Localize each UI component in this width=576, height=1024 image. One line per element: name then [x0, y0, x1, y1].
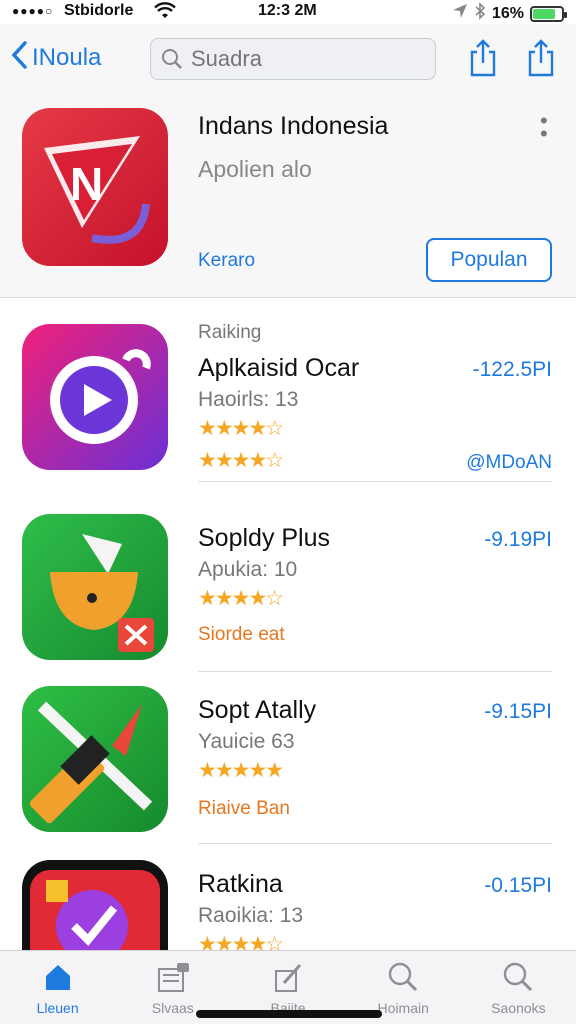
featured-app-subtitle: Apolien alo — [198, 156, 312, 182]
status-bar: ●●●●○ Stbidorle 12:3 2M 16% — [0, 0, 576, 24]
list-item[interactable]: Sopt Atally Yauicie 63 ★★★★★ -9.15PI Ria… — [0, 672, 576, 844]
promo-tag: Siorde eat — [198, 624, 285, 645]
app-subtitle: Raoikia: 13 — [198, 904, 304, 927]
developer-link[interactable]: @MDoAN — [466, 452, 552, 474]
app-category: Raiking — [198, 322, 262, 343]
app-icon-cup[interactable] — [22, 514, 168, 660]
featured-app-card[interactable]: N Indans Indonesia Apolien alo Keraro • •… — [0, 96, 576, 298]
app-icon-video[interactable] — [22, 324, 168, 470]
rating-stars: ★★★★☆ — [198, 587, 284, 610]
rating-stars: ★★★★☆ — [198, 449, 284, 472]
app-icon-pen[interactable] — [22, 686, 168, 832]
app-subtitle: Yauicie 63 — [198, 730, 295, 753]
home-icon — [45, 965, 70, 990]
tab-label: Saonoks — [491, 1000, 546, 1016]
app-icon-check[interactable] — [22, 860, 168, 950]
share-icon — [470, 39, 496, 77]
document-icon — [157, 963, 189, 992]
list-item[interactable]: Sopldy Plus Apukia: 10 ★★★★☆ -9.19PI Sio… — [0, 500, 576, 672]
featured-app-title: Indans Indonesia — [198, 112, 389, 140]
back-button[interactable]: INoula — [10, 40, 101, 76]
battery-percent: 16% — [491, 4, 524, 22]
tab-home[interactable]: Lleuen — [0, 951, 115, 1024]
share-icon — [528, 39, 554, 77]
back-label: INoula — [32, 44, 102, 71]
price-button[interactable]: -122.5PI — [473, 358, 552, 382]
bluetooth-icon — [474, 2, 486, 25]
edit-icon — [275, 964, 302, 992]
price-button[interactable]: -9.19PI — [484, 528, 552, 552]
featured-app-link[interactable]: Keraro — [198, 250, 255, 272]
app-name: Aplkaisid Ocar — [198, 354, 360, 382]
rating-stars: ★★★★★ — [198, 759, 284, 782]
nav-bar: INoula — [0, 24, 576, 96]
price-button[interactable]: -0.15PI — [484, 874, 552, 898]
search-icon — [389, 962, 418, 992]
signal-strength-icon: ●●●●○ — [12, 4, 54, 18]
list-item[interactable]: Raiking Aplkaisid Ocar Haoirls: 13 ★★★★☆… — [0, 310, 576, 482]
app-name: Ratkina — [198, 870, 283, 898]
price-button[interactable]: -9.15PI — [484, 700, 552, 724]
featured-app-icon[interactable]: N — [22, 108, 168, 266]
share-button-secondary[interactable] — [526, 38, 556, 78]
home-indicator[interactable] — [196, 1010, 382, 1018]
battery-icon — [530, 5, 567, 22]
clock: 12:3 2M — [258, 2, 317, 19]
search-icon — [504, 962, 533, 992]
search-box[interactable] — [150, 38, 436, 80]
promo-tag: Riaive Ban — [198, 798, 290, 819]
svg-text:N: N — [70, 158, 103, 210]
tab-label: Lleuen — [36, 1000, 79, 1016]
featured-get-button[interactable]: Populan — [426, 238, 552, 282]
share-button[interactable] — [468, 38, 498, 78]
rating-stars: ★★★★☆ — [198, 417, 284, 440]
wifi-icon — [154, 2, 176, 25]
search-icon — [162, 49, 182, 69]
search-input[interactable] — [191, 46, 421, 72]
divider — [198, 843, 552, 844]
tab-search-secondary[interactable]: Saonoks — [461, 951, 576, 1024]
app-name: Sopldy Plus — [198, 524, 331, 552]
app-name: Sopt Atally — [198, 696, 317, 724]
chevron-left-icon — [10, 40, 28, 76]
app-subtitle: Apukia: 10 — [198, 558, 298, 581]
location-icon — [452, 3, 468, 24]
app-subtitle: Haoirls: 13 — [198, 388, 299, 411]
divider — [198, 481, 552, 482]
list-item[interactable]: Ratkina Raoikia: 13 ★★★★☆ -0.15PI — [0, 846, 576, 950]
rating-stars: ★★★★☆ — [198, 933, 284, 950]
carrier-name: Stbidorle — [64, 2, 134, 19]
more-options-icon[interactable]: • • — [540, 109, 548, 145]
